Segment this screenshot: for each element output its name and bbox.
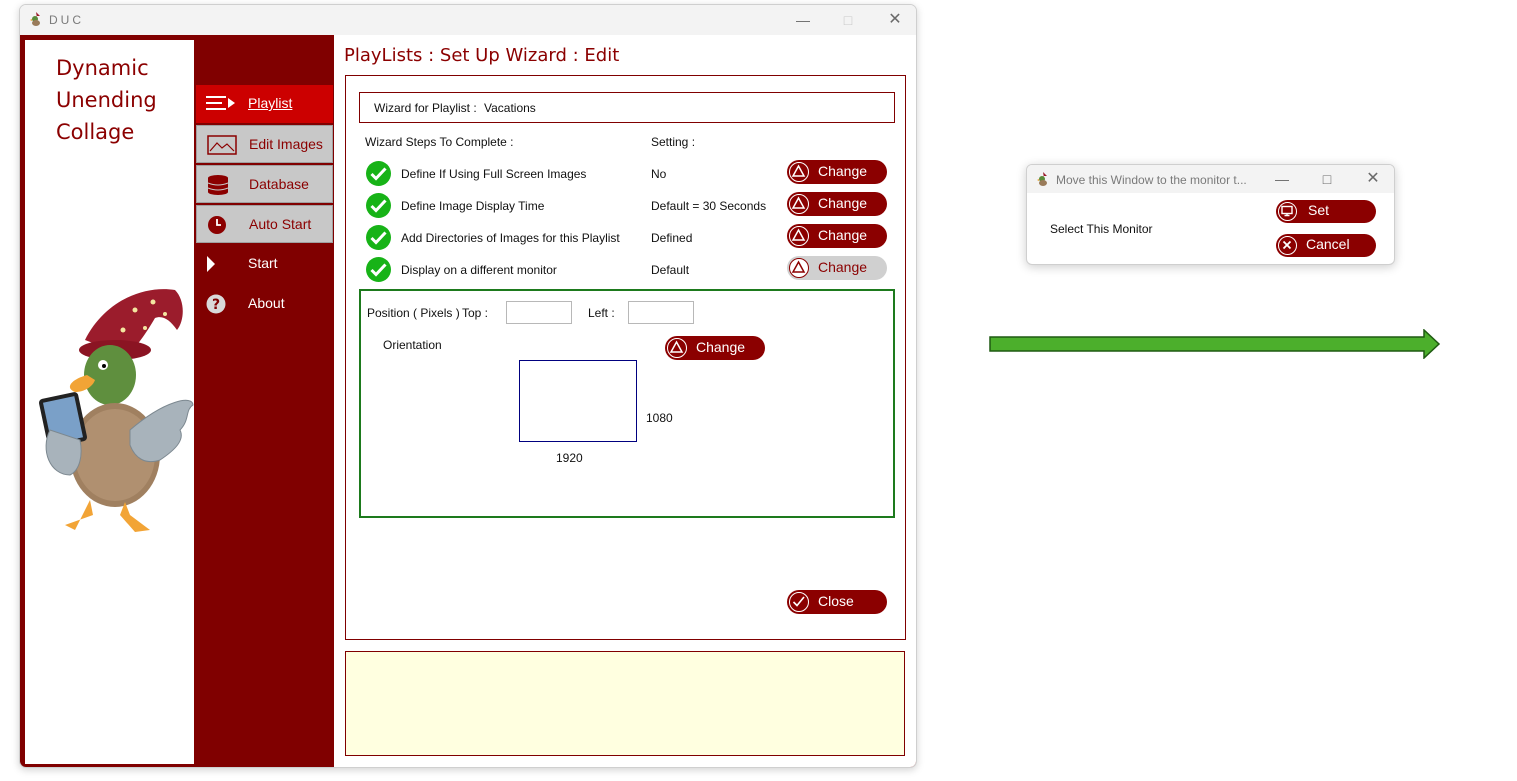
main-panel: PlayLists : Set Up Wizard : Edit Wizard … — [334, 35, 916, 767]
right-arrow-icon — [989, 329, 1441, 359]
step-1-label: Define If Using Full Screen Images — [401, 167, 587, 181]
wizard-duck-mascot-icon — [38, 289, 194, 532]
logo-text-line3: Collage — [56, 120, 135, 144]
dialog-minimize-button[interactable]: — — [1267, 168, 1297, 190]
step-3-check-icon — [366, 225, 391, 250]
left-input[interactable] — [628, 301, 694, 324]
nav-label-auto-start: Auto Start — [249, 216, 312, 232]
image-icon — [207, 135, 237, 155]
nav-item-start[interactable]: Start — [196, 245, 333, 283]
top-label: Top : — [462, 306, 489, 320]
title-bar[interactable]: DUC — □ ✕ — [20, 5, 916, 35]
step-4-check-icon — [366, 257, 391, 282]
nav-label-start: Start — [248, 255, 278, 271]
monitor-width-label: 1920 — [556, 451, 583, 465]
wizard-playlist-name: Vacations — [484, 101, 536, 115]
maximize-button[interactable]: □ — [833, 9, 863, 31]
top-input[interactable] — [506, 301, 572, 324]
monitor-icon — [1278, 202, 1297, 221]
monitor-height-label: 1080 — [646, 411, 673, 425]
nav-label-about: About — [248, 295, 285, 311]
step-4-change-label: Change — [818, 259, 868, 275]
step-1-setting: No — [651, 167, 667, 181]
nav-item-database[interactable]: Database — [196, 165, 333, 203]
warning-triangle-icon — [667, 338, 687, 358]
step-3-label: Add Directories of Images for this Playl… — [401, 231, 620, 245]
clock-icon — [208, 216, 226, 234]
minimize-button[interactable]: — — [788, 9, 818, 31]
playlist-icon — [206, 96, 235, 110]
database-icon — [207, 175, 229, 195]
nav-label-playlist: Playlist — [248, 95, 293, 111]
nav-item-about[interactable]: ? About — [196, 285, 333, 323]
nav-item-auto-start[interactable]: Auto Start — [196, 205, 333, 243]
checkmark-icon — [789, 592, 809, 612]
logo-text-line2: Unending — [56, 88, 157, 112]
warning-triangle-icon — [789, 194, 809, 214]
orientation-change-label: Change — [696, 339, 746, 355]
page-title: PlayLists : Set Up Wizard : Edit — [344, 45, 620, 66]
monitor-preview — [519, 360, 637, 442]
step-1-change-label: Change — [818, 163, 868, 179]
step-3-change-button[interactable]: Change — [787, 224, 887, 248]
monitor-select-dialog: Move this Window to the monitor t... — □… — [1026, 164, 1395, 265]
dialog-close-button[interactable]: ✕ — [1358, 168, 1388, 190]
step-2-change-button[interactable]: Change — [787, 192, 887, 216]
step-3-setting: Defined — [651, 231, 693, 245]
nav-label-database: Database — [249, 176, 309, 192]
left-label: Left : — [588, 306, 615, 320]
nav-item-edit-images[interactable]: Edit Images — [196, 125, 333, 163]
step-4-setting: Default — [651, 263, 690, 277]
close-window-button[interactable]: ✕ — [880, 9, 910, 31]
svg-text:?: ? — [212, 297, 220, 313]
window-content: Dynamic Unending Collage Playlist Edit I… — [20, 35, 916, 767]
nav-item-playlist[interactable]: Playlist — [196, 85, 333, 123]
step-2-change-label: Change — [818, 195, 868, 211]
cancel-x-icon — [1278, 236, 1297, 255]
help-icon: ? — [206, 294, 226, 314]
dialog-title-bar[interactable]: Move this Window to the monitor t... — □… — [1027, 165, 1394, 193]
dialog-body: Select This Monitor Set Cancel — [1027, 193, 1394, 264]
wizard-panel: Wizard for Playlist : Vacations Wizard S… — [345, 75, 906, 640]
step-2-check-icon — [366, 193, 391, 218]
warning-triangle-icon — [789, 226, 809, 246]
dialog-maximize-button[interactable]: □ — [1312, 168, 1342, 190]
set-button[interactable]: Set — [1276, 200, 1376, 223]
warning-triangle-icon — [789, 258, 809, 278]
cancel-button-label: Cancel — [1306, 236, 1350, 252]
wizard-header-label: Wizard for Playlist : — [374, 101, 477, 115]
status-message-area — [345, 651, 905, 756]
wizard-header: Wizard for Playlist : Vacations — [359, 92, 895, 123]
position-label: Position ( Pixels ) — [367, 306, 460, 320]
dialog-title: Move this Window to the monitor t... — [1056, 173, 1247, 187]
play-icon — [207, 256, 215, 272]
step-2-setting: Default = 30 Seconds — [651, 199, 767, 213]
monitor-position-panel: Position ( Pixels ) Top : Left : Orienta… — [359, 289, 895, 518]
main-window: DUC — □ ✕ Dynamic Unending Collage Playl… — [19, 4, 917, 768]
warning-triangle-icon — [789, 162, 809, 182]
close-button-label: Close — [818, 593, 854, 609]
step-1-change-button[interactable]: Change — [787, 160, 887, 184]
steps-heading: Wizard Steps To Complete : — [365, 135, 514, 149]
step-4-change-button[interactable]: Change — [787, 256, 887, 280]
step-2-label: Define Image Display Time — [401, 199, 545, 213]
nav-label-edit-images: Edit Images — [249, 136, 323, 152]
close-button[interactable]: Close — [787, 590, 887, 614]
orientation-change-button[interactable]: Change — [665, 336, 765, 360]
cancel-button[interactable]: Cancel — [1276, 234, 1376, 257]
set-button-label: Set — [1308, 202, 1330, 218]
step-1-check-icon — [366, 161, 391, 186]
duck-app-icon — [30, 12, 40, 26]
duck-app-icon — [1037, 172, 1047, 186]
logo-text-line1: Dynamic — [56, 56, 149, 80]
setting-heading: Setting : — [651, 135, 696, 149]
orientation-label: Orientation — [383, 338, 442, 352]
step-4-label: Display on a different monitor — [401, 263, 557, 277]
logo-panel: Dynamic Unending Collage — [25, 40, 194, 764]
select-monitor-label: Select This Monitor — [1050, 222, 1153, 236]
window-title: DUC — [49, 13, 84, 27]
step-3-change-label: Change — [818, 227, 868, 243]
